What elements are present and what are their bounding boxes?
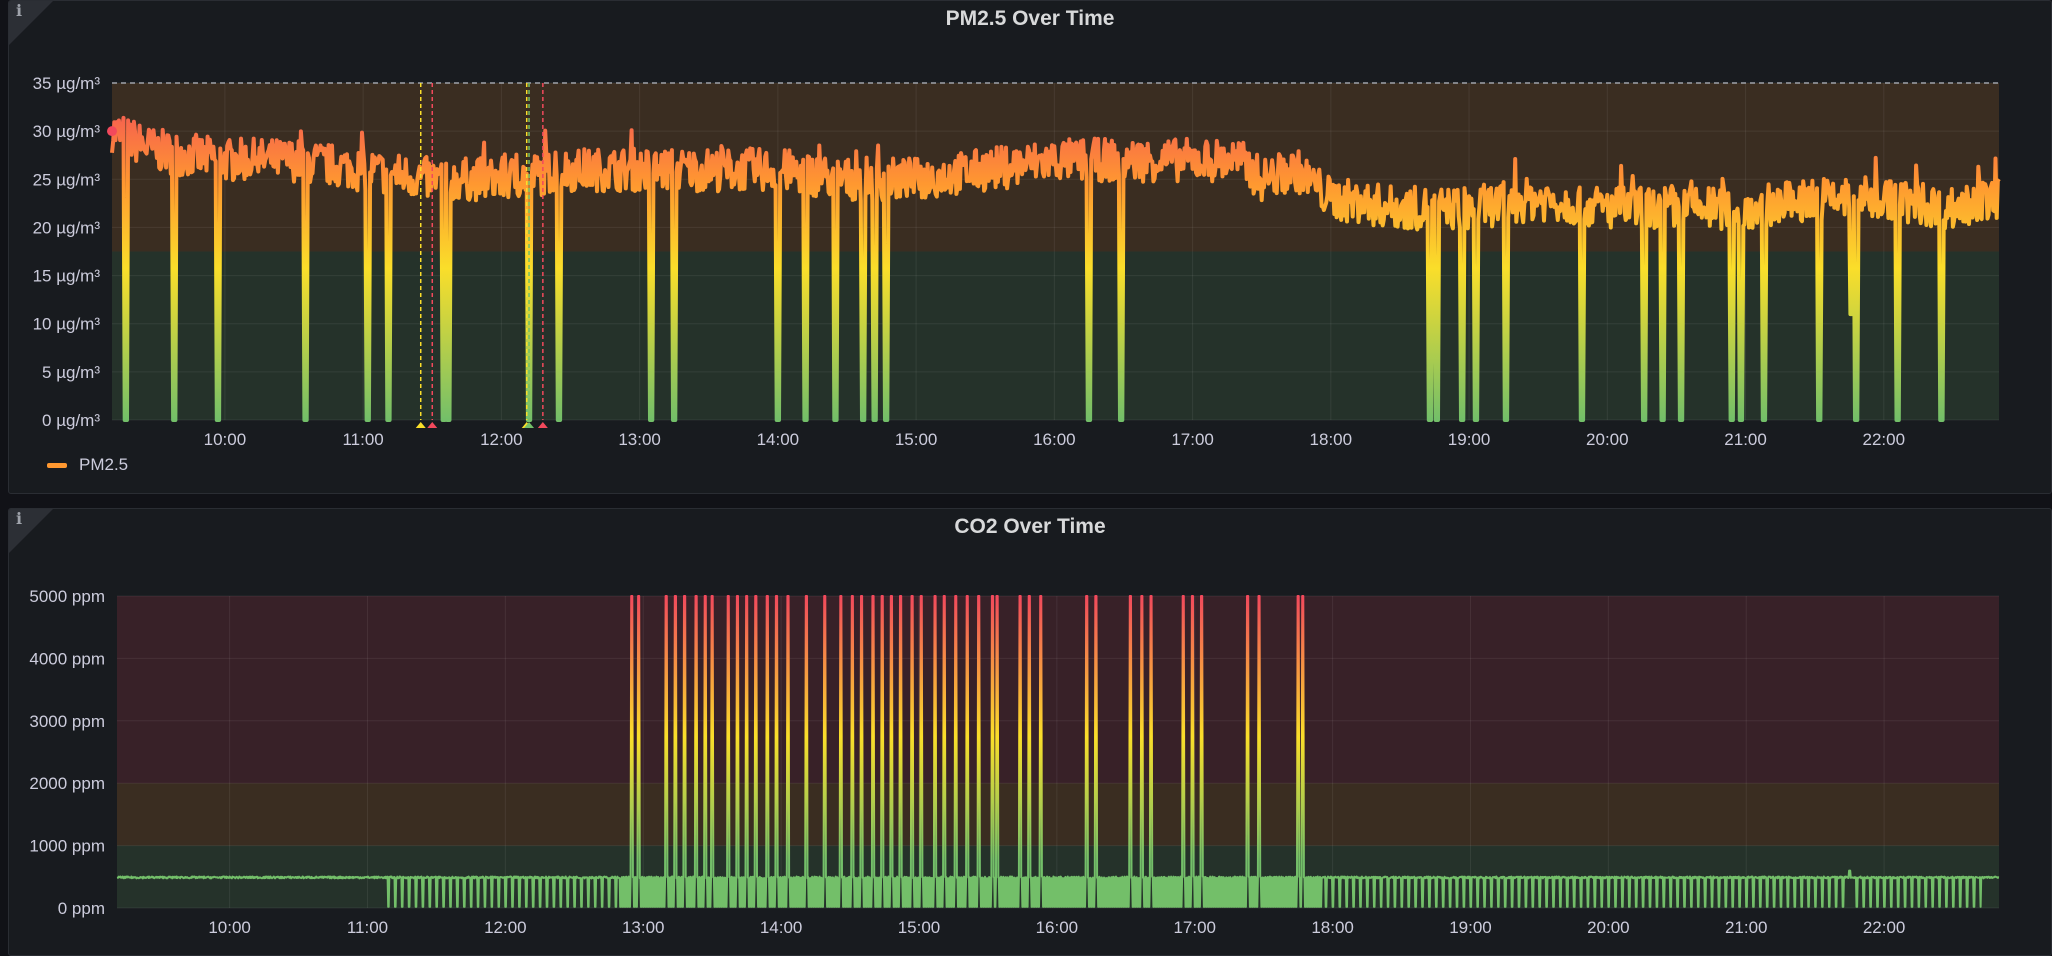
x-tick-label: 12:00 — [484, 918, 527, 937]
x-tick-label: 18:00 — [1311, 918, 1354, 937]
legend-item-pm25[interactable]: PM2.5 — [47, 455, 128, 475]
x-tick-label: 17:00 — [1171, 430, 1214, 449]
y-tick-label: 0 µg/m³ — [42, 411, 100, 430]
y-tick-label: 1000 ppm — [29, 837, 105, 856]
legend-swatch — [47, 462, 67, 468]
legend-label: PM2.5 — [79, 455, 129, 474]
x-tick-label: 22:00 — [1863, 430, 1906, 449]
threshold-band — [117, 596, 1999, 784]
data-point — [107, 126, 117, 137]
pm25-panel: i PM2.5 Over Time 0 µg/m³ 5 µg/m³ 10 µg/m³… — [8, 0, 2052, 494]
x-tick-label: 16:00 — [1033, 430, 1076, 449]
annotation-marker[interactable] — [427, 422, 438, 428]
x-tick-label: 14:00 — [760, 918, 803, 937]
y-tick-label: 5000 ppm — [29, 587, 105, 606]
x-tick-label: 14:00 — [757, 430, 800, 449]
pm25-chart[interactable]: 0 µg/m³ 5 µg/m³ 10 µg/m³ 15 µg/m³ 20 µg/m³ 25… — [9, 1, 2052, 494]
x-tick-label: 18:00 — [1310, 430, 1353, 449]
x-tick-label: 17:00 — [1173, 918, 1216, 937]
x-tick-label: 13:00 — [618, 430, 661, 449]
threshold-band — [112, 251, 1999, 420]
y-tick-label: 3000 ppm — [29, 712, 105, 731]
y-tick-label: 4000 ppm — [29, 649, 105, 668]
annotation-marker[interactable] — [537, 422, 548, 428]
y-tick-label: 5 µg/m³ — [42, 363, 100, 382]
x-tick-label: 10:00 — [204, 430, 247, 449]
x-tick-label: 10:00 — [208, 918, 251, 937]
y-tick-label: 10 µg/m³ — [33, 315, 101, 334]
x-tick-label: 19:00 — [1448, 430, 1491, 449]
y-tick-label: 25 µg/m³ — [33, 170, 101, 189]
y-tick-label: 0 ppm — [58, 899, 105, 918]
x-tick-label: 20:00 — [1586, 430, 1629, 449]
x-tick-label: 19:00 — [1449, 918, 1492, 937]
y-tick-label: 35 µg/m³ — [33, 74, 101, 93]
x-tick-label: 11:00 — [347, 918, 388, 937]
y-tick-label: 20 µg/m³ — [33, 218, 101, 237]
annotation-marker[interactable] — [415, 422, 426, 428]
y-tick-label: 15 µg/m³ — [33, 267, 101, 286]
x-tick-label: 15:00 — [898, 918, 941, 937]
x-tick-label: 22:00 — [1863, 918, 1906, 937]
x-tick-label: 16:00 — [1036, 918, 1079, 937]
x-tick-label: 21:00 — [1725, 918, 1768, 937]
y-tick-label: 2000 ppm — [29, 774, 105, 793]
x-tick-label: 21:00 — [1724, 430, 1767, 449]
co2-chart[interactable]: 0 ppm 1000 ppm 2000 ppm 3000 ppm 4000 ppm 500… — [9, 509, 2052, 956]
y-tick-label: 30 µg/m³ — [33, 122, 101, 141]
x-tick-label: 12:00 — [480, 430, 523, 449]
co2-panel: i CO2 Over Time 0 ppm 1000 ppm 2000 ppm 300… — [8, 508, 2052, 956]
threshold-band — [117, 783, 1999, 846]
x-tick-label: 15:00 — [895, 430, 938, 449]
x-tick-label: 11:00 — [342, 430, 383, 449]
x-tick-label: 20:00 — [1587, 918, 1630, 937]
x-tick-label: 13:00 — [622, 918, 665, 937]
